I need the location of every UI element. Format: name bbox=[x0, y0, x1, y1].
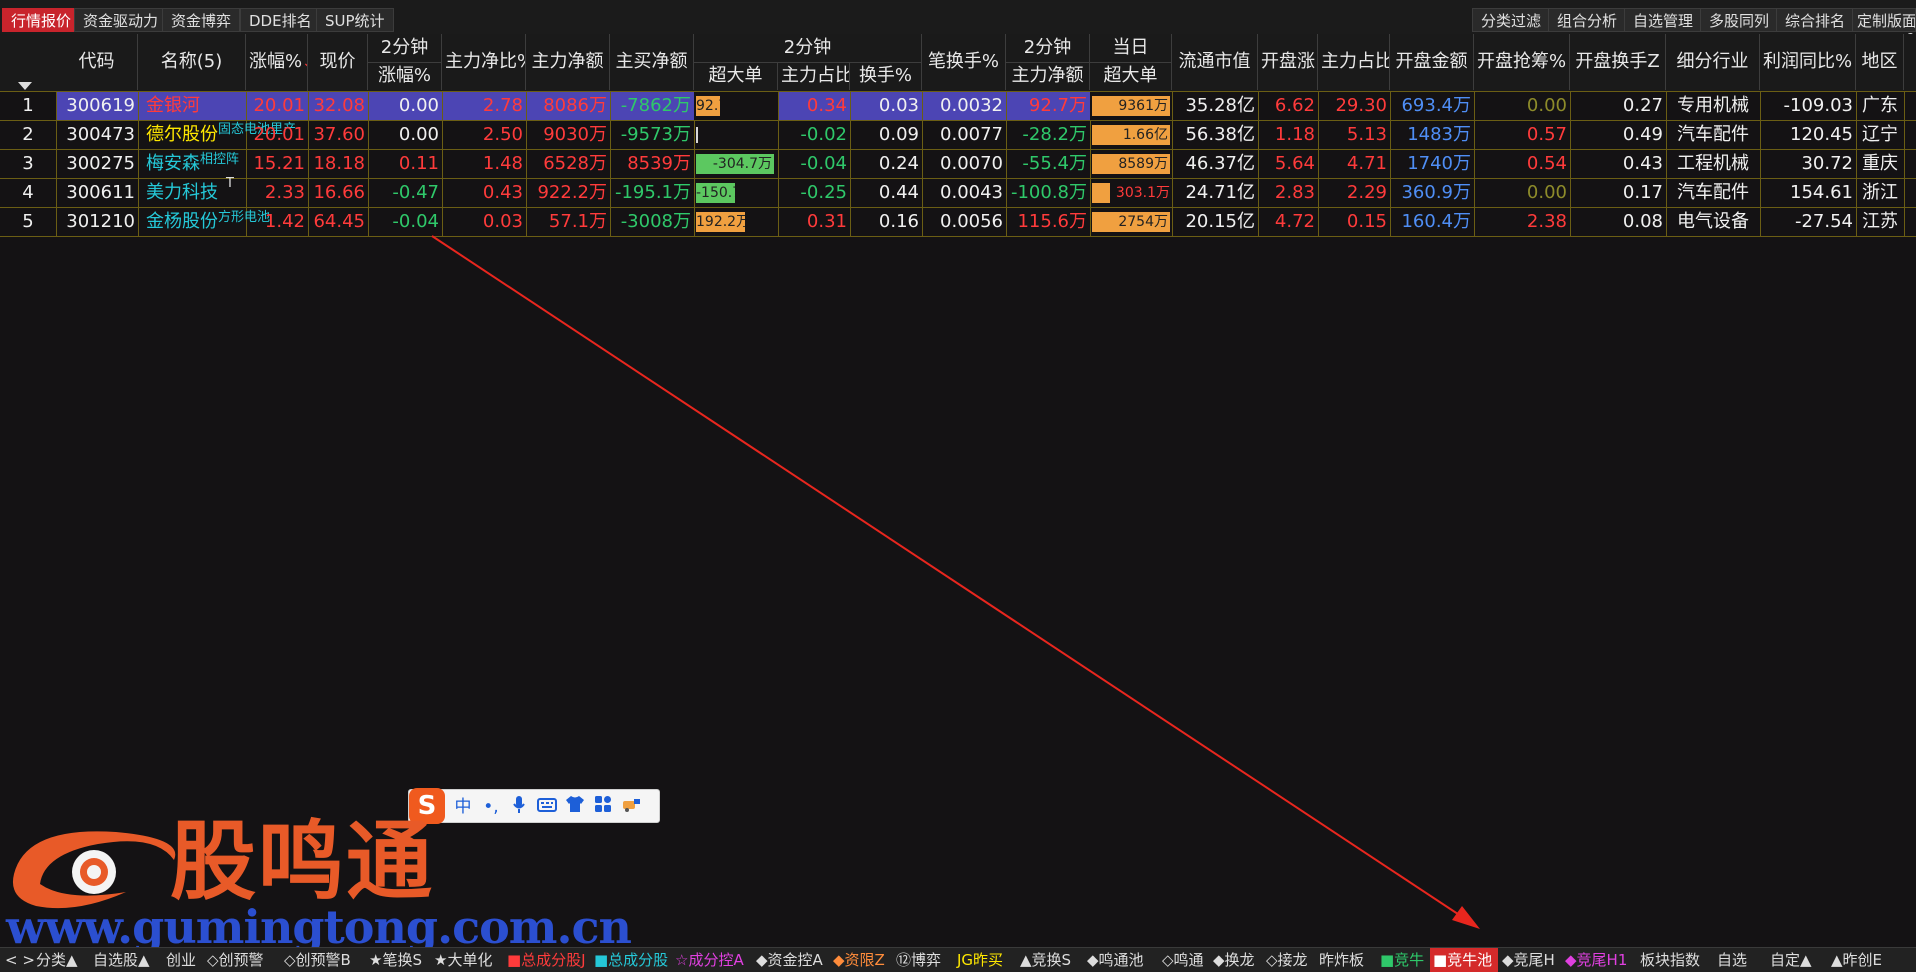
bottom-tab[interactable]: 分类▲ bbox=[33, 948, 89, 972]
bottom-tab[interactable]: ▲昨创E bbox=[1828, 948, 1904, 972]
bottom-tab[interactable]: ◆竞尾H bbox=[1499, 948, 1561, 972]
bottom-tab[interactable]: 自定▲ bbox=[1767, 948, 1827, 972]
bottom-tab[interactable]: ■竞牛池 bbox=[1430, 948, 1498, 972]
bottom-tab[interactable]: ■竞牛 bbox=[1377, 948, 1429, 972]
bottom-tab[interactable]: ☆成分控A bbox=[672, 948, 752, 972]
bottom-tab[interactable]: ■总成分股 bbox=[591, 948, 671, 972]
watermark-logo-icon bbox=[12, 831, 176, 909]
mic-icon[interactable] bbox=[507, 795, 531, 819]
shirt-icon[interactable] bbox=[563, 795, 587, 819]
bottom-tab[interactable]: ⑫博弈 bbox=[893, 948, 953, 972]
bottom-tab[interactable]: ◆竞尾H1 bbox=[1562, 948, 1636, 972]
bottom-tab[interactable]: ◆资限Z bbox=[830, 948, 892, 972]
tool-icon[interactable] bbox=[619, 795, 643, 819]
bottom-tab[interactable]: ▲竞换S bbox=[1017, 948, 1083, 972]
ime-punctuation[interactable]: •, bbox=[479, 795, 503, 819]
bottom-tab[interactable]: ■总成分股J bbox=[504, 948, 590, 972]
bottom-tab[interactable]: 昨炸板 bbox=[1316, 948, 1376, 972]
bottom-tab[interactable]: 自选股▲ bbox=[90, 948, 162, 972]
bottom-tab[interactable]: 板块指数 bbox=[1637, 948, 1713, 972]
bottom-tab[interactable]: ★笔换S bbox=[366, 948, 430, 972]
bottom-tab[interactable]: ★大单化 bbox=[431, 948, 503, 972]
ime-chinese-mode[interactable]: 中 bbox=[451, 795, 475, 819]
bottom-tab[interactable]: ◇鸣通 bbox=[1159, 948, 1209, 972]
grid-icon[interactable] bbox=[591, 795, 615, 819]
bottom-tab[interactable]: 创业 bbox=[163, 948, 203, 972]
ime-toolbar[interactable]: S 中 •, bbox=[408, 788, 660, 824]
bottom-tab[interactable]: ◆鸣通池 bbox=[1084, 948, 1158, 972]
bottom-tab[interactable]: 自选 bbox=[1714, 948, 1766, 972]
bottom-tab[interactable]: JG昨买 bbox=[954, 948, 1016, 972]
bottom-tab[interactable]: ◇创预警B bbox=[281, 948, 365, 972]
bottom-tab[interactable]: < > bbox=[2, 948, 35, 972]
bottom-tab[interactable]: ◆换龙 bbox=[1210, 948, 1262, 972]
bottom-tab-bar: < > 分类▲ 自选股▲ 创业 ◇创预警 ◇创预警B ★笔换S ★大单化 ■总成分股J ■总成分股… bbox=[0, 947, 1916, 972]
bottom-tab[interactable]: ◇创预警 bbox=[204, 948, 280, 972]
bottom-tab[interactable]: ◇接龙 bbox=[1263, 948, 1315, 972]
watermark-url: www.gumingtong.com.cn bbox=[6, 900, 632, 954]
bottom-tab[interactable]: ◆资金控A bbox=[753, 948, 829, 972]
watermark-brand: 股鸣通 bbox=[170, 811, 434, 912]
keyboard-icon[interactable] bbox=[535, 795, 559, 819]
